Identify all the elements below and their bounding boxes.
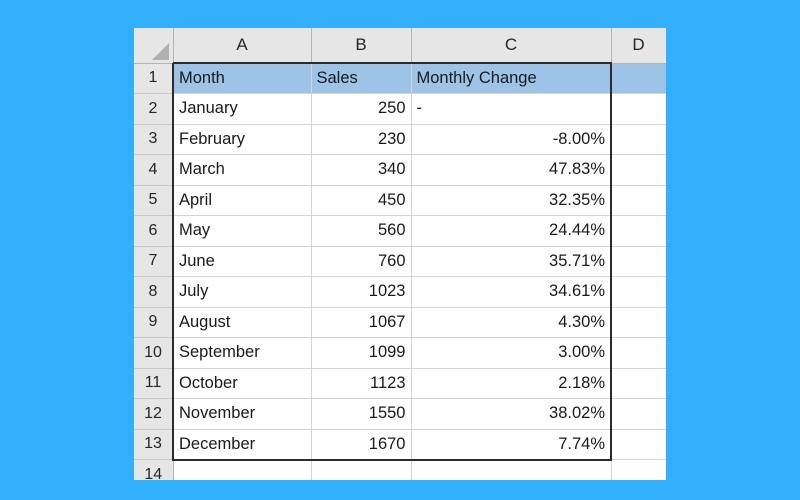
table-row: 8 July 1023 34.61% [134, 276, 666, 308]
row-header-13[interactable]: 13 [134, 429, 174, 460]
row-header-12[interactable]: 12 [134, 398, 174, 430]
table-row: 9 August 1067 4.30% [134, 307, 666, 338]
cell-b4[interactable]: 340 [311, 154, 412, 186]
row-header-11[interactable]: 11 [134, 368, 174, 399]
cell-c6[interactable]: 24.44% [411, 215, 612, 247]
column-header-b[interactable]: B [311, 28, 412, 64]
cell-a2[interactable]: January [172, 93, 312, 125]
row-header-8[interactable]: 8 [134, 276, 174, 308]
cell-b3[interactable]: 230 [311, 124, 412, 155]
table-row: 6 May 560 24.44% [134, 215, 666, 247]
cell-c10[interactable]: 3.00% [411, 337, 612, 369]
cell-a8[interactable]: July [172, 276, 312, 308]
table-row: 12 November 1550 38.02% [134, 398, 666, 430]
cell-a5[interactable]: April [172, 185, 312, 216]
cell-a10[interactable]: September [172, 337, 312, 369]
cell-a9[interactable]: August [172, 307, 312, 338]
cell-a1[interactable]: Month [172, 62, 312, 94]
cell-d9[interactable] [611, 307, 666, 338]
cell-b14[interactable] [311, 459, 412, 480]
cell-b12[interactable]: 1550 [311, 398, 412, 430]
cell-d1[interactable] [611, 63, 666, 94]
cell-a7[interactable]: June [172, 246, 312, 277]
cell-d12[interactable] [611, 398, 666, 430]
table-row: 13 December 1670 7.74% [134, 429, 666, 461]
cell-c1[interactable]: Monthly Change [411, 62, 612, 94]
row-header-5[interactable]: 5 [134, 185, 174, 216]
cell-b13[interactable]: 1670 [311, 429, 412, 461]
cell-c2[interactable]: - [411, 93, 612, 125]
cell-b9[interactable]: 1067 [311, 307, 412, 338]
column-header-row: A B C D [134, 28, 666, 64]
row-header-14[interactable]: 14 [134, 459, 174, 480]
column-header-c[interactable]: C [411, 28, 612, 64]
cell-a3[interactable]: February [172, 124, 312, 155]
spreadsheet-grid[interactable]: A B C D 1 Month Sales Monthly Change 2 J… [134, 28, 666, 480]
row-header-6[interactable]: 6 [134, 215, 174, 247]
cell-c14[interactable] [411, 459, 612, 480]
cell-c9[interactable]: 4.30% [411, 307, 612, 338]
cell-c12[interactable]: 38.02% [411, 398, 612, 430]
table-row: 11 October 1123 2.18% [134, 368, 666, 399]
row-header-2[interactable]: 2 [134, 93, 174, 125]
row-header-7[interactable]: 7 [134, 246, 174, 277]
cell-c3[interactable]: -8.00% [411, 124, 612, 155]
table-row: 3 February 230 -8.00% [134, 124, 666, 155]
row-header-10[interactable]: 10 [134, 337, 174, 369]
row-header-4[interactable]: 4 [134, 154, 174, 186]
cell-b8[interactable]: 1023 [311, 276, 412, 308]
cell-c11[interactable]: 2.18% [411, 368, 612, 399]
cell-b1[interactable]: Sales [311, 62, 412, 94]
cell-a12[interactable]: November [172, 398, 312, 430]
cell-d13[interactable] [611, 429, 666, 460]
column-header-a[interactable]: A [173, 28, 312, 64]
table-row: 10 September 1099 3.00% [134, 337, 666, 369]
select-all-corner[interactable] [134, 28, 174, 64]
cell-d3[interactable] [611, 124, 666, 155]
cell-c4[interactable]: 47.83% [411, 154, 612, 186]
cell-c13[interactable]: 7.74% [411, 429, 612, 461]
table-row: 14 [134, 459, 666, 480]
cell-b11[interactable]: 1123 [311, 368, 412, 399]
cell-d4[interactable] [611, 154, 666, 186]
cell-a6[interactable]: May [172, 215, 312, 247]
cell-a11[interactable]: October [172, 368, 312, 399]
cell-d6[interactable] [611, 215, 666, 247]
row-header-3[interactable]: 3 [134, 124, 174, 155]
cell-c7[interactable]: 35.71% [411, 246, 612, 277]
table-row: 1 Month Sales Monthly Change [134, 62, 666, 94]
cell-d8[interactable] [611, 276, 666, 308]
table-row: 4 March 340 47.83% [134, 154, 666, 186]
cell-a14[interactable] [173, 459, 312, 480]
cell-b5[interactable]: 450 [311, 185, 412, 216]
cell-d10[interactable] [611, 337, 666, 369]
cell-a13[interactable]: December [172, 429, 312, 461]
table-row: 2 January 250 - [134, 93, 666, 125]
cell-d14[interactable] [611, 459, 666, 480]
cell-b6[interactable]: 560 [311, 215, 412, 247]
row-header-9[interactable]: 9 [134, 307, 174, 338]
column-header-d[interactable]: D [611, 28, 666, 64]
cell-a4[interactable]: March [172, 154, 312, 186]
cell-d2[interactable] [611, 93, 666, 125]
row-header-1[interactable]: 1 [134, 63, 174, 94]
cell-d7[interactable] [611, 246, 666, 277]
cell-c5[interactable]: 32.35% [411, 185, 612, 216]
cell-d5[interactable] [611, 185, 666, 216]
cell-b10[interactable]: 1099 [311, 337, 412, 369]
cell-d11[interactable] [611, 368, 666, 399]
select-all-triangle-icon [151, 42, 169, 60]
cell-b7[interactable]: 760 [311, 246, 412, 277]
cell-b2[interactable]: 250 [311, 93, 412, 125]
sheet-table: A B C D 1 Month Sales Monthly Change 2 J… [134, 28, 666, 480]
cell-c8[interactable]: 34.61% [411, 276, 612, 308]
table-row: 5 April 450 32.35% [134, 185, 666, 216]
table-row: 7 June 760 35.71% [134, 246, 666, 277]
